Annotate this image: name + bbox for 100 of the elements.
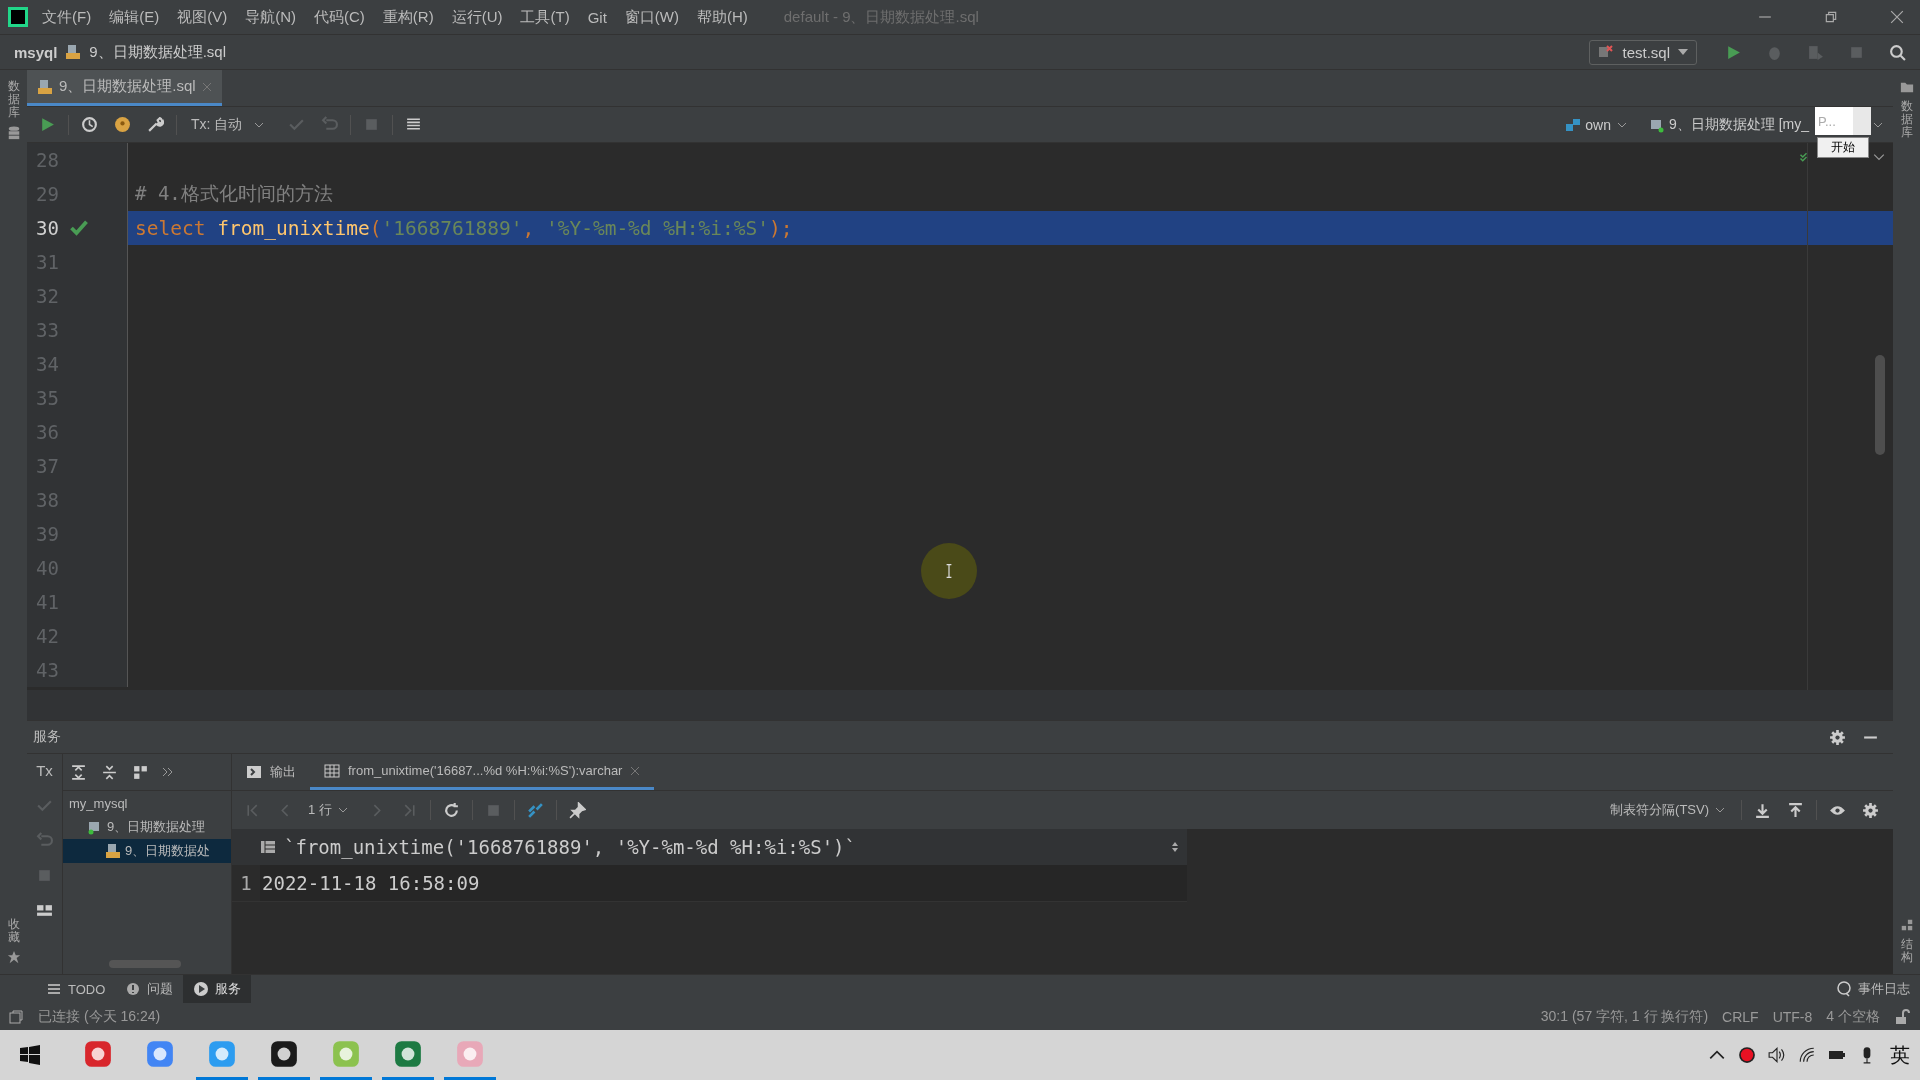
search-icon[interactable] — [1889, 43, 1906, 61]
schema-icon — [1565, 116, 1582, 133]
upload-icon[interactable] — [1787, 801, 1804, 819]
structure-tool-tab[interactable]: 结构 — [1900, 937, 1913, 964]
result-tab[interactable]: from_unixtime('16687...%d %H:%i:%S'):varchar — [310, 754, 655, 790]
menu-item[interactable]: 导航(N) — [245, 7, 296, 27]
chevron-down-icon[interactable] — [1873, 151, 1885, 163]
wifi-icon[interactable] — [1798, 1046, 1816, 1064]
run-icon[interactable] — [1725, 43, 1742, 61]
sort-icon[interactable] — [1171, 841, 1179, 853]
menu-item[interactable]: 视图(V) — [177, 7, 228, 27]
menu-item[interactable]: 工具(T) — [520, 7, 570, 27]
row-number: 1 — [239, 872, 253, 894]
sql-file-icon — [37, 78, 53, 95]
chevron-down-icon — [254, 121, 265, 128]
menu-item[interactable]: 窗口(W) — [624, 7, 679, 27]
breadcrumb-file[interactable]: 9、日期数据处理.sql — [89, 42, 227, 62]
app-icon — [269, 1038, 299, 1069]
menu-item[interactable]: 文件(F) — [42, 7, 92, 27]
transaction-mode-dropdown[interactable]: Tx: 自动 — [191, 115, 271, 134]
window-icon[interactable] — [8, 1008, 24, 1025]
chevron-down-icon — [1715, 807, 1725, 813]
wrench-icon[interactable] — [147, 116, 164, 133]
layout-icon[interactable] — [36, 902, 53, 919]
sql-file-icon — [65, 44, 82, 60]
menu-item[interactable]: 运行(U) — [451, 7, 503, 27]
settings-icon[interactable] — [1829, 728, 1846, 746]
restore-icon[interactable] — [1824, 10, 1838, 24]
expand-all-icon[interactable] — [70, 763, 87, 781]
text-cursor-icon — [945, 562, 953, 580]
app-icon — [83, 1038, 113, 1069]
group-icon[interactable] — [132, 763, 149, 781]
editor-tab[interactable]: 9、日期数据处理.sql — [27, 70, 222, 106]
settings-icon[interactable] — [1862, 801, 1879, 819]
export-format-dropdown[interactable]: 制表符分隔(TSV) — [1610, 801, 1731, 819]
tool-window-tab[interactable]: TODO — [36, 975, 116, 1003]
favorites-tool-tab[interactable]: 收藏 — [7, 917, 20, 944]
app-logo-icon — [8, 7, 28, 27]
chevron-down-icon — [1873, 121, 1883, 128]
app-icon — [207, 1038, 237, 1069]
project-name[interactable]: msyql — [14, 43, 58, 61]
download-icon[interactable] — [1754, 801, 1771, 819]
line-ending[interactable]: CRLF — [1722, 1008, 1759, 1025]
indent-setting[interactable]: 4 个空格 — [1826, 1007, 1880, 1026]
console-icon — [246, 764, 262, 780]
app-icon — [331, 1038, 361, 1069]
refresh-icon[interactable] — [442, 801, 460, 819]
list-icon — [46, 981, 62, 997]
tree-item[interactable]: my_mysql — [63, 791, 231, 815]
tool-window-tab[interactable]: 问题 — [115, 975, 184, 1003]
run-config-dropdown[interactable]: test.sql — [1589, 39, 1697, 65]
close-icon[interactable] — [630, 765, 641, 776]
table-layout-icon[interactable] — [405, 116, 423, 133]
table-icon — [324, 762, 340, 779]
status-message: 已连接 (今天 16:24) — [38, 1007, 161, 1026]
database-tool-tab[interactable]: 数据库 — [7, 80, 20, 120]
record-icon[interactable] — [1738, 1046, 1756, 1064]
menu-item[interactable]: 重构(R) — [382, 7, 434, 27]
session-selector[interactable]: 9、日期数据处理 [my_ — [1669, 115, 1809, 134]
input-language[interactable]: 英 — [1890, 1041, 1910, 1069]
caret-position[interactable]: 30:1 (57 字符, 1 行 换行符) — [1540, 1007, 1709, 1026]
event-log-button[interactable]: 事件日志 — [1826, 975, 1920, 1003]
run-icon[interactable] — [39, 116, 56, 133]
p-badge-icon[interactable] — [114, 116, 131, 133]
structure-icon[interactable] — [1899, 917, 1914, 932]
folder-icon[interactable] — [1899, 80, 1914, 94]
menu-item[interactable]: 编辑(E) — [109, 7, 160, 27]
app-icon — [455, 1038, 485, 1069]
result-tab[interactable]: 输出 — [232, 754, 310, 790]
caret-icon — [1678, 49, 1688, 55]
code-comment: # 4.格式化时间的方法 — [135, 181, 333, 206]
menu-item[interactable]: 帮助(H) — [696, 7, 748, 27]
play-icon — [193, 981, 210, 997]
collapse-all-icon[interactable] — [101, 763, 118, 781]
tree-item[interactable]: 9、日期数据处 — [63, 839, 231, 863]
info-icon — [125, 981, 142, 997]
file-encoding[interactable]: UTF-8 — [1772, 1008, 1813, 1025]
app-icon — [145, 1038, 175, 1069]
pin-icon[interactable] — [568, 801, 586, 819]
close-icon[interactable] — [1890, 10, 1904, 24]
tree-item[interactable]: 9、日期数据处理 — [63, 815, 231, 839]
volume-icon[interactable] — [1768, 1046, 1786, 1064]
scrollbar-thumb[interactable] — [109, 960, 181, 968]
database-icon[interactable] — [6, 125, 21, 140]
start-icon[interactable] — [20, 1045, 40, 1065]
scrollbar-thumb[interactable] — [1875, 355, 1885, 455]
database-tool-tab[interactable]: 数据库 — [1900, 100, 1913, 140]
code-line: select from_unixtime('1668761889', '%Y-%m-%d %H:%i:%S'); — [135, 216, 793, 240]
start-button[interactable]: 开始 — [1817, 137, 1869, 158]
schema-selector[interactable]: own — [1585, 116, 1611, 133]
tx-button[interactable]: Tx — [36, 762, 53, 779]
tool-window-tab[interactable]: 服务 — [183, 975, 252, 1003]
history-icon[interactable] — [81, 116, 98, 133]
row-count-dropdown[interactable]: 1 行 — [308, 801, 354, 819]
menu-item[interactable]: Git — [587, 8, 607, 26]
menu-item[interactable]: 代码(C) — [314, 7, 365, 27]
star-icon[interactable] — [6, 950, 21, 964]
more-icon[interactable] — [162, 767, 174, 777]
lock-icon[interactable] — [1894, 1008, 1910, 1025]
compare-icon[interactable] — [526, 801, 544, 819]
